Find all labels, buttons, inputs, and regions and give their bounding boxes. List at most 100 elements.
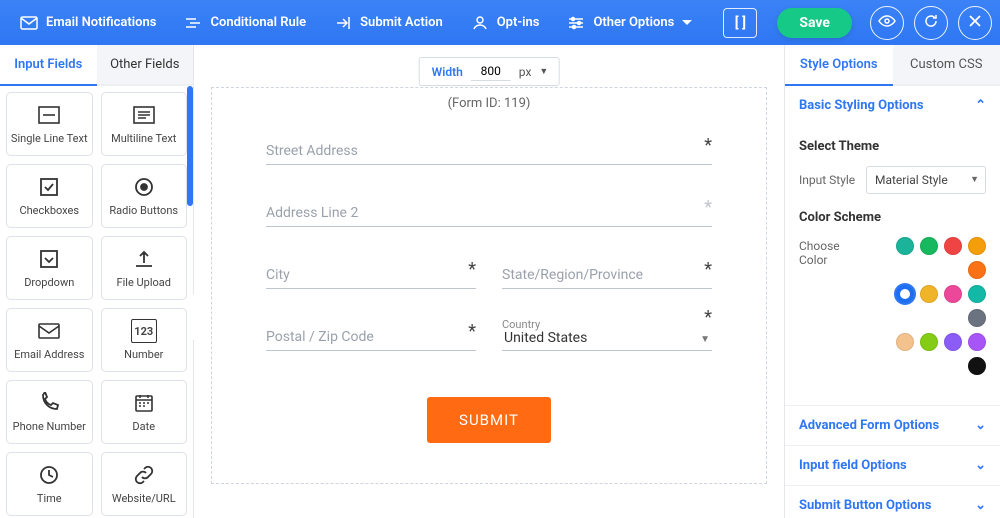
acc-basic-styling[interactable]: Basic Styling Options ⌃	[785, 86, 1000, 125]
section-color-scheme: Color Scheme	[799, 210, 986, 225]
number-icon: 123	[131, 319, 157, 343]
brackets-icon: [ ]	[735, 15, 746, 31]
tile-number[interactable]: 123 Number	[101, 308, 188, 372]
clock-icon	[36, 463, 62, 487]
tab-other-fields[interactable]: Other Fields	[97, 45, 194, 84]
tab-input-fields[interactable]: Input Fields	[0, 45, 97, 86]
tile-dropdown[interactable]: Dropdown	[6, 236, 93, 300]
tile-checkboxes[interactable]: Checkboxes	[6, 164, 93, 228]
tile-email-address[interactable]: Email Address	[6, 308, 93, 372]
calendar-icon	[131, 391, 157, 415]
mail-icon	[20, 14, 38, 32]
width-input[interactable]	[471, 62, 511, 81]
field-street-address[interactable]: Street Address *	[266, 141, 712, 165]
color-swatch[interactable]	[968, 333, 986, 351]
input-style-label: Input Style	[799, 173, 855, 187]
tile-file-upload[interactable]: File Upload	[101, 236, 188, 300]
other-options-label: Other Options	[593, 15, 674, 30]
sliders-icon	[567, 14, 585, 32]
upload-icon	[131, 247, 157, 271]
color-swatch[interactable]	[896, 285, 914, 303]
choose-color-label: Choose Color	[799, 237, 868, 267]
multiline-icon	[131, 103, 157, 127]
required-star: *	[704, 135, 712, 156]
preview-button[interactable]	[870, 6, 904, 40]
dropdown-icon	[36, 247, 62, 271]
chevron-down-icon[interactable]: ▼	[539, 66, 548, 77]
required-star: *	[704, 259, 712, 280]
color-swatch[interactable]	[968, 357, 986, 375]
tile-radio-buttons[interactable]: Radio Buttons	[101, 164, 188, 228]
submit-action-icon	[334, 14, 352, 32]
close-button[interactable]	[958, 6, 992, 40]
tab-custom-css[interactable]: Custom CSS	[893, 45, 1000, 84]
acc-submit-button-options[interactable]: Submit Button Options ⌄	[785, 486, 1000, 518]
field-country[interactable]: Country United States * ▼	[502, 327, 712, 351]
color-swatch[interactable]	[920, 285, 938, 303]
color-swatch[interactable]	[944, 285, 962, 303]
submit-action-label: Submit Action	[360, 15, 443, 30]
chevron-down-icon: ⌄	[975, 418, 986, 433]
tile-multiline-text[interactable]: Multiline Text	[101, 92, 188, 156]
chevron-down-icon: ⌄	[975, 498, 986, 513]
width-unit: px	[519, 65, 532, 79]
left-scrollbar[interactable]	[187, 86, 193, 206]
color-swatch[interactable]	[944, 333, 962, 351]
color-swatch[interactable]	[968, 261, 986, 279]
optins-menu[interactable]: Opt-ins	[459, 8, 552, 38]
tile-phone-number[interactable]: Phone Number	[6, 380, 93, 444]
phone-icon	[36, 391, 62, 415]
color-swatch[interactable]	[896, 333, 914, 351]
chevron-up-icon: ⌃	[975, 98, 986, 113]
email-notifications-menu[interactable]: Email Notifications	[8, 8, 168, 38]
color-swatch[interactable]	[920, 333, 938, 351]
email-notifications-label: Email Notifications	[46, 15, 156, 30]
section-select-theme: Select Theme	[799, 139, 986, 154]
required-star: *	[704, 197, 712, 218]
input-style-select[interactable]: Material Style	[866, 166, 986, 194]
acc-advanced-form-options[interactable]: Advanced Form Options ⌄	[785, 406, 1000, 445]
conditional-rule-label: Conditional Rule	[210, 15, 306, 30]
acc-input-field-options[interactable]: Input field Options ⌄	[785, 446, 1000, 485]
field-postal-code[interactable]: Postal / Zip Code *	[266, 327, 476, 351]
color-swatch[interactable]	[968, 309, 986, 327]
canvas-width-control[interactable]: Width px ▼	[419, 57, 560, 86]
tile-single-line-text[interactable]: Single Line Text	[6, 92, 93, 156]
color-swatch[interactable]	[968, 285, 986, 303]
color-swatch[interactable]	[944, 237, 962, 255]
color-swatch[interactable]	[920, 237, 938, 255]
envelope-icon	[36, 319, 62, 343]
top-toolbar: Email Notifications Conditional Rule Sub…	[0, 0, 1000, 45]
color-swatch-row	[876, 237, 986, 279]
field-city[interactable]: City *	[266, 265, 476, 289]
color-swatch[interactable]	[896, 237, 914, 255]
tile-website-url[interactable]: Website/URL	[101, 452, 188, 516]
close-icon	[968, 14, 982, 32]
form-outline[interactable]: (Form ID: 119) Street Address * Address …	[211, 87, 767, 484]
tile-date[interactable]: Date	[101, 380, 188, 444]
conditional-icon	[184, 14, 202, 32]
chevron-down-icon: ⌄	[975, 458, 986, 473]
required-star: *	[468, 259, 476, 280]
color-swatch[interactable]	[968, 237, 986, 255]
other-options-menu[interactable]: Other Options	[555, 8, 704, 38]
conditional-rule-menu[interactable]: Conditional Rule	[172, 8, 318, 38]
field-address-line-2[interactable]: Address Line 2 *	[266, 203, 712, 227]
optins-icon	[471, 14, 489, 32]
tab-style-options[interactable]: Style Options	[785, 45, 893, 86]
country-selected-value: United States	[504, 330, 587, 346]
link-icon	[131, 463, 157, 487]
chevron-down-icon	[682, 14, 692, 32]
form-id-label: (Form ID: 119)	[212, 88, 766, 141]
single-line-icon	[36, 103, 62, 127]
save-button[interactable]: Save	[777, 8, 852, 38]
field-state[interactable]: State/Region/Province *	[502, 265, 712, 289]
optins-label: Opt-ins	[497, 15, 540, 30]
chevron-down-icon: ▼	[700, 334, 710, 345]
code-toggle-button[interactable]: [ ]	[723, 8, 757, 38]
eye-icon	[878, 15, 896, 31]
submit-action-menu[interactable]: Submit Action	[322, 8, 455, 38]
refresh-button[interactable]	[914, 6, 948, 40]
form-submit-button[interactable]: SUBMIT	[427, 397, 551, 443]
tile-time[interactable]: Time	[6, 452, 93, 516]
